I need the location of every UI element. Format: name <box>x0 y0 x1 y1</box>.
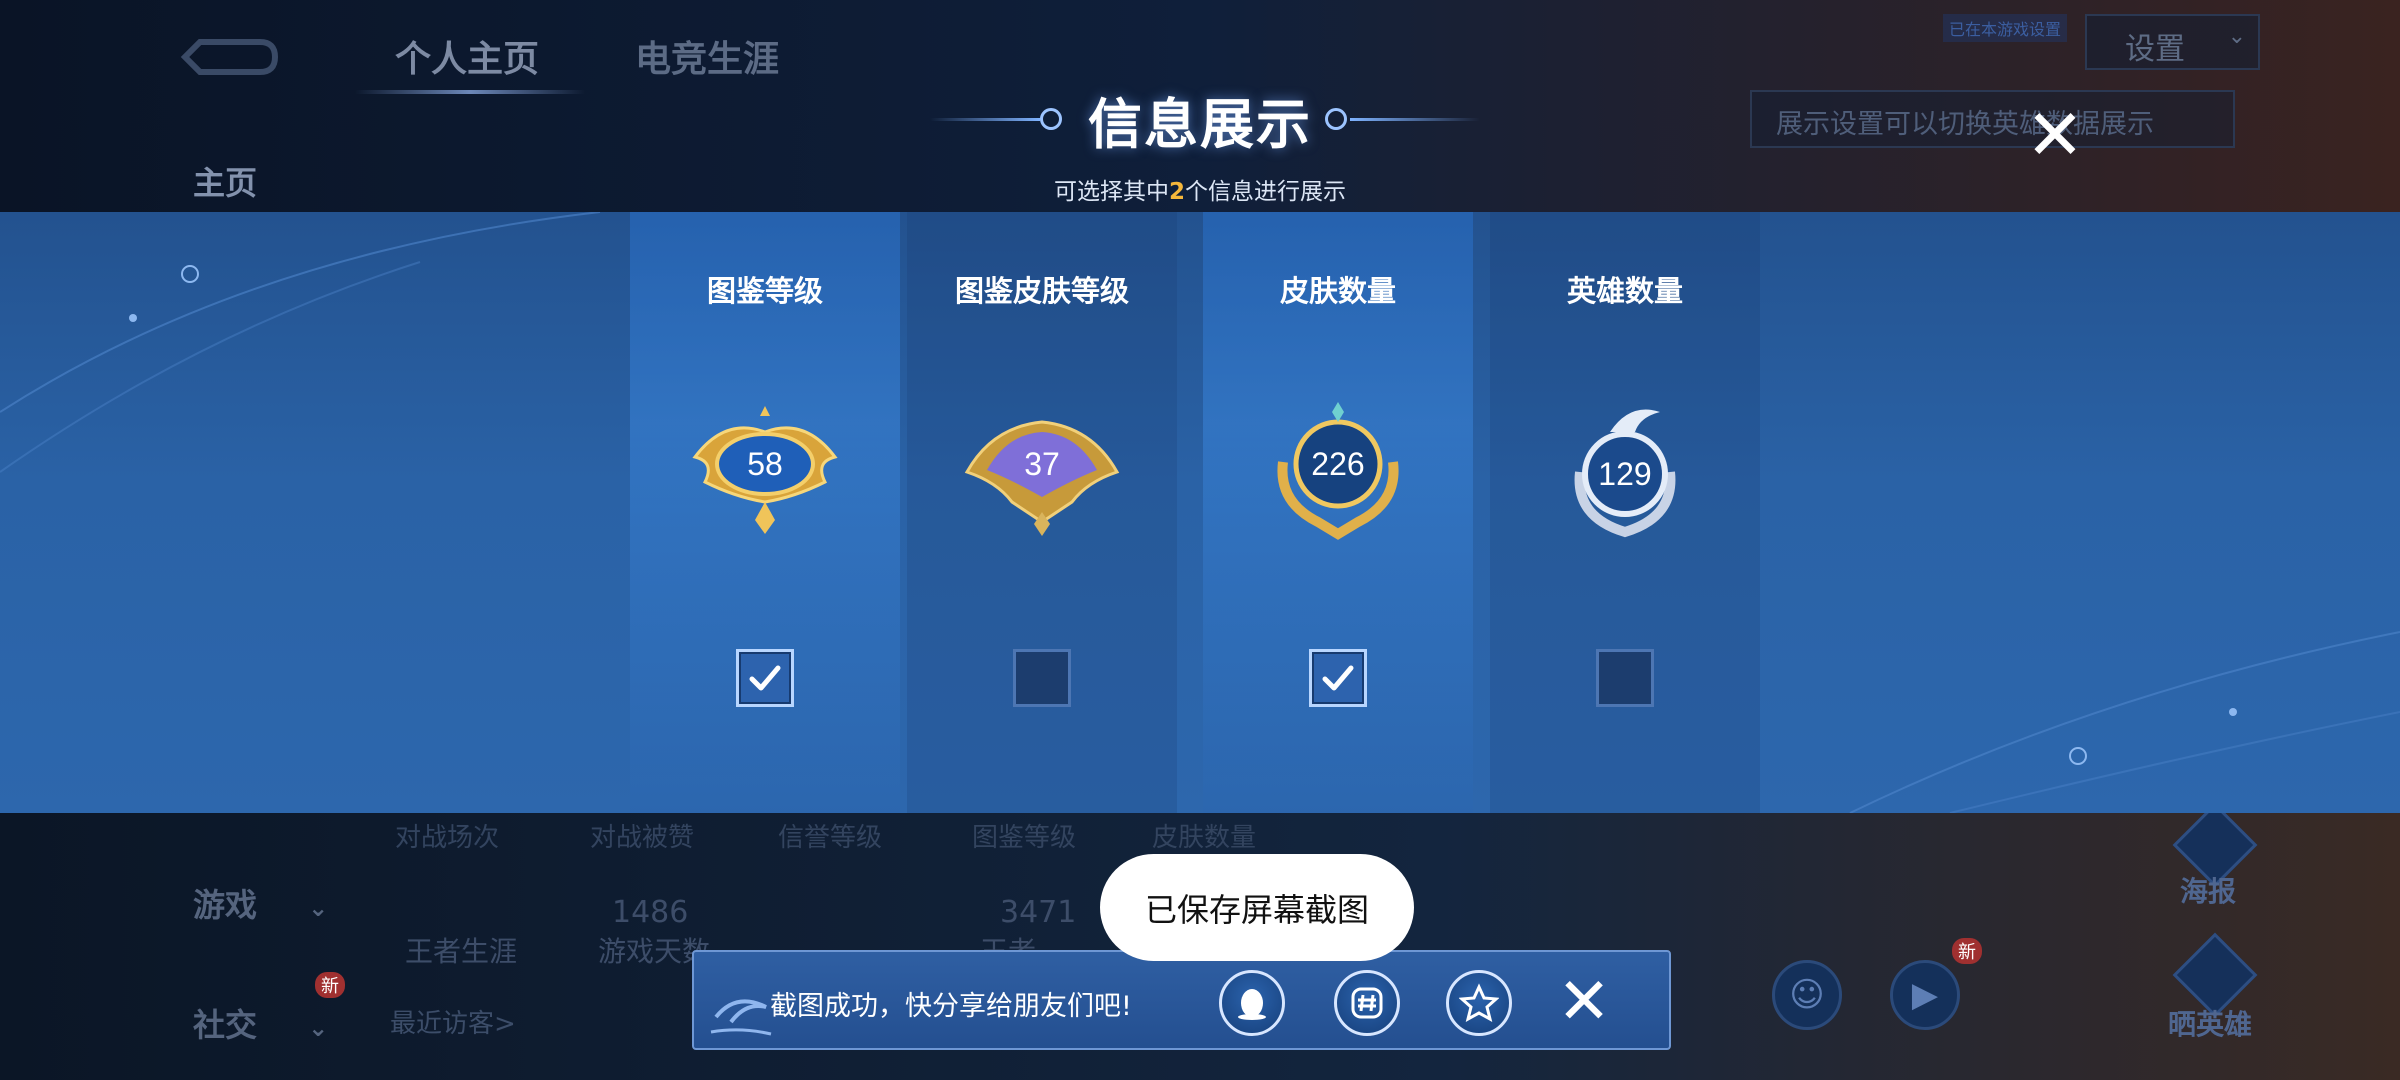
checkmark-icon <box>1322 665 1354 691</box>
checkmark-icon <box>749 665 781 691</box>
chevron-down-icon: ⌄ <box>308 894 329 922</box>
share-message: 截图成功，快分享给朋友们吧! <box>770 991 1132 1022</box>
close-icon: ✕ <box>2025 94 2085 176</box>
option-collection-level[interactable]: 图鉴等级 58 <box>630 212 900 813</box>
tab-esports-career[interactable]: 电竞生涯 <box>635 30 779 82</box>
panel-decoration <box>0 212 2400 813</box>
star-icon <box>1459 983 1499 1022</box>
stat-value: 1486 <box>612 895 689 930</box>
swirl-logo-icon <box>710 999 772 1036</box>
stat-label: 皮肤数量 <box>1152 823 1257 853</box>
character-button[interactable]: ☺ <box>1772 960 1842 1030</box>
silver-ring-badge-icon: 129 <box>1535 402 1715 542</box>
settings-label: 设置 <box>2125 32 2185 67</box>
modal-close-button[interactable]: ✕ <box>2025 100 2085 170</box>
option-hero-count[interactable]: 英雄数量 129 <box>1490 212 1760 813</box>
option-skin-count[interactable]: 皮肤数量 226 <box>1203 212 1473 813</box>
screenshot-saved-toast: 已保存屏幕截图 <box>1100 854 1414 961</box>
menu-social-label: 社交 <box>193 1006 258 1044</box>
menu-game[interactable]: 游戏 ⌄ <box>193 880 328 926</box>
stat-label: 对战被赞 <box>590 823 695 853</box>
back-arrow-icon[interactable] <box>180 30 280 80</box>
option-checkbox[interactable] <box>1596 649 1654 707</box>
share-qzone-button[interactable] <box>1446 970 1512 1036</box>
option-label: 皮肤数量 <box>1279 274 1396 308</box>
option-checkbox[interactable] <box>736 649 794 707</box>
stat-value: 3471 <box>1000 895 1077 930</box>
poster-label: 海报 <box>2180 875 2237 908</box>
gold-wing-badge-icon: 58 <box>675 402 855 542</box>
option-collection-skin-level[interactable]: 图鉴皮肤等级 37 <box>907 212 1177 813</box>
tab-personal-home[interactable]: 个人主页 <box>395 30 539 82</box>
toast-message: 已保存屏幕截图 <box>1144 890 1369 929</box>
badge-value: 129 <box>1598 455 1652 492</box>
option-label: 图鉴等级 <box>706 274 823 308</box>
share-close-button[interactable]: ✕ <box>1554 970 1614 1034</box>
career-label: 王者生涯 <box>405 935 518 968</box>
badge-value: 58 <box>747 445 783 482</box>
modal-subtitle: 可选择其中2个信息进行展示 <box>0 172 2400 206</box>
badge-value: 37 <box>1024 445 1060 482</box>
chevron-down-icon: ⌄ <box>2227 24 2246 49</box>
qq-penguin-icon <box>1238 989 1266 1020</box>
option-label: 图鉴皮肤等级 <box>954 274 1129 308</box>
close-icon: ✕ <box>1557 965 1611 1039</box>
hashtag-icon <box>1351 987 1383 1019</box>
share-moments-button[interactable] <box>1334 970 1400 1036</box>
play-icon: ▶ <box>1911 975 1939 1015</box>
settings-button[interactable]: 设置 ⌄ <box>2085 14 2260 70</box>
menu-social[interactable]: 社交 ⌄ <box>193 1000 328 1046</box>
stat-label: 对战场次 <box>395 823 500 853</box>
subtitle-suffix: 个信息进行展示 <box>1185 179 1346 205</box>
play-button[interactable]: ▶ <box>1890 960 1960 1030</box>
option-checkbox[interactable] <box>1013 649 1071 707</box>
menu-game-label: 游戏 <box>193 886 258 924</box>
show-hero-label: 晒英雄 <box>2168 1008 2253 1041</box>
new-badge: 新 <box>1952 938 1982 964</box>
badge-value: 226 <box>1311 445 1365 482</box>
option-checkbox[interactable] <box>1309 649 1367 707</box>
settings-tag: 已在本游戏设置 <box>1943 14 2068 42</box>
share-bar: 截图成功，快分享给朋友们吧! ✕ <box>692 950 1671 1050</box>
subtitle-count: 2 <box>1168 179 1185 205</box>
stat-label: 图鉴等级 <box>972 823 1077 853</box>
purple-fan-badge-icon: 37 <box>952 402 1132 542</box>
stat-label: 信誉等级 <box>778 823 883 853</box>
share-qq-button[interactable] <box>1219 970 1285 1036</box>
info-display-panel: 图鉴等级 58 图鉴皮肤等级 37 皮肤数量 226 英雄数量 129 <box>0 212 2400 813</box>
new-badge: 新 <box>315 972 345 998</box>
gold-laurel-badge-icon: 226 <box>1248 402 1428 542</box>
modal-title: 信息展示 <box>1088 93 1312 156</box>
recent-visitors-link[interactable]: 最近访客> <box>390 1003 516 1040</box>
chevron-down-icon: ⌄ <box>308 1014 329 1042</box>
option-label: 英雄数量 <box>1566 274 1683 308</box>
person-icon: ☺ <box>1789 975 1825 1015</box>
subtitle-prefix: 可选择其中 <box>1053 179 1169 205</box>
